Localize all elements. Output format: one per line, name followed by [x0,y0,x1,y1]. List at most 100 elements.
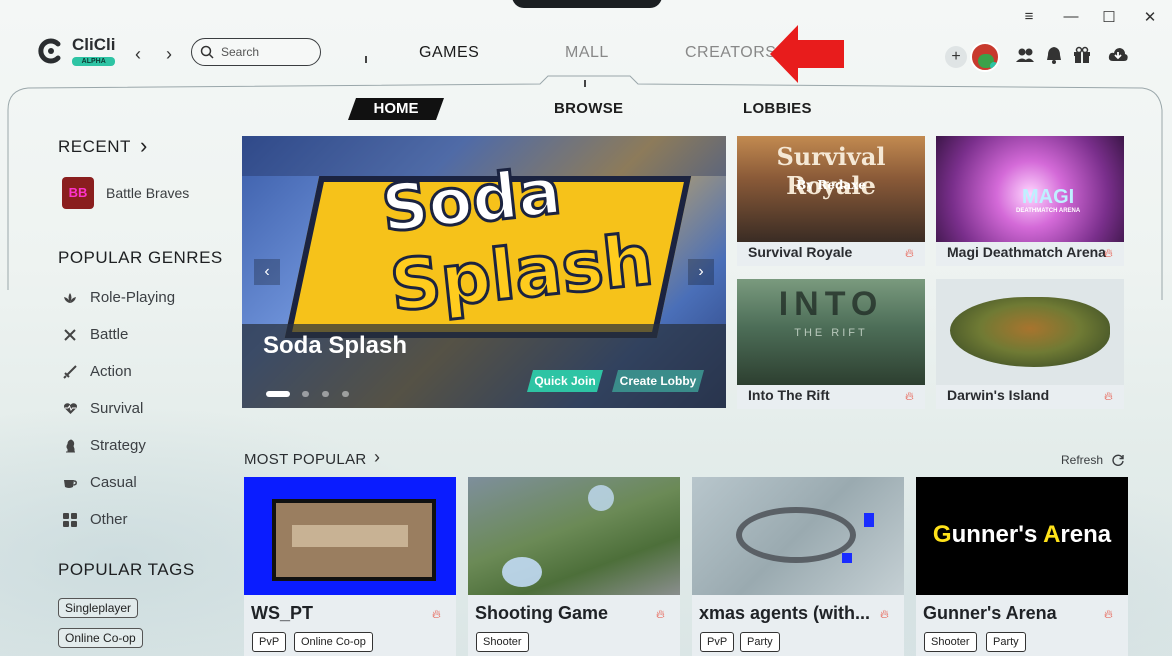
clicli-logo-icon [38,38,61,64]
art-title: MAGI [1022,186,1075,208]
art-subtitle: DEATHMATCH ARENA [1016,208,1081,214]
tag-pill[interactable]: PvP [700,632,735,652]
art-subtitle: THE RIFT [794,327,868,339]
forward-arrow-icon[interactable]: › [166,44,172,65]
hot-fire-icon: 🔥︎ [905,246,914,260]
game-title: xmas agents (with... [699,603,871,623]
create-lobby-button[interactable]: Create Lobby [612,370,704,392]
popular-genres-heading: POPULAR GENRES [58,248,223,267]
back-arrow-icon[interactable]: ‹ [135,44,141,65]
tab-games[interactable]: GAMES [419,44,479,62]
popular-tags-heading: POPULAR TAGS [58,560,195,579]
tag-pill[interactable]: Shooter [476,632,529,652]
friends-icon[interactable] [1014,44,1036,66]
active-tab-indicator [584,80,586,87]
refresh-icon[interactable] [1111,453,1125,467]
tag-pill[interactable]: Party [986,632,1026,652]
game-title: Gunner's Arena [923,603,1057,623]
carousel-dot-active[interactable] [266,391,290,397]
game-card-into-the-rift[interactable]: INTO THE RIFT Into The Rift 🔥︎ [737,279,925,409]
chess-icon [62,438,78,454]
subtab-lobbies[interactable]: LOBBIES [743,100,812,117]
menu-icon[interactable]: ≡ [1018,8,1040,25]
game-art [468,477,680,595]
bell-icon[interactable] [1043,44,1065,66]
genre-casual[interactable]: Casual [62,474,137,491]
game-card-ws-pt[interactable]: WS_PT 🔥︎ PvP Online Co-op [244,477,456,656]
game-title: WS_PT [251,603,314,623]
hero-title: Soda Splash [263,332,408,359]
genre-action[interactable]: Action [62,363,132,380]
tag-pill[interactable]: PvP [252,632,287,652]
game-art [692,477,904,595]
hot-fire-icon: 🔥︎ [656,607,665,621]
tab-mall[interactable]: MALL [565,44,609,62]
most-popular-chevron-icon[interactable]: › [374,447,380,468]
crossed-swords-icon [62,327,78,343]
art-subtitle: By Redaxe [796,178,866,192]
game-card-survival-royale[interactable]: Survival Royale By Redaxe Survival Royal… [737,136,925,266]
genre-survival[interactable]: Survival [62,400,143,417]
hot-fire-icon: 🔥︎ [880,607,889,621]
tag-singleplayer[interactable]: Singleplayer [58,598,139,618]
search-box[interactable] [191,38,321,66]
genre-label: Survival [90,400,144,417]
game-card-magi-deathmatch[interactable]: MAGI DEATHMATCH ARENA Magi Deathmatch Ar… [936,136,1124,266]
alpha-badge: ALPHA [72,56,116,66]
gift-icon[interactable] [1071,44,1093,66]
carousel-dot[interactable] [342,391,349,397]
cloud-download-icon[interactable] [1107,44,1129,66]
battle-braves-icon[interactable]: BB [62,177,94,209]
maximize-button[interactable]: ☐ [1098,8,1120,26]
genre-role-playing[interactable]: Role-Playing [62,289,175,306]
red-pointer-arrow [770,25,844,83]
hero-next-arrow-icon[interactable]: › [688,259,714,285]
genre-label: Casual [90,474,137,491]
avatar[interactable] [970,42,1000,72]
recent-item-battle-braves[interactable]: Battle Braves [106,185,189,201]
carousel-dot[interactable] [302,391,309,397]
genre-label: Role-Playing [90,289,176,306]
tag-pill[interactable]: Party [740,632,780,652]
hot-fire-icon: 🔥︎ [905,389,914,403]
close-button[interactable]: ✕ [1139,8,1161,26]
game-art [936,279,1124,385]
refresh-button[interactable]: Refresh [1061,453,1103,467]
tab-creators[interactable]: CREATORS [685,44,776,62]
genre-battle[interactable]: Battle [62,326,128,343]
hot-fire-icon: 🔥︎ [432,607,441,621]
genre-other[interactable]: Other [62,511,128,528]
minimize-button[interactable]: — [1060,8,1082,25]
game-art [244,477,456,595]
game-card-xmas-agents[interactable]: xmas agents (with... 🔥︎ PvP Party [692,477,904,656]
carousel-dot[interactable] [322,391,329,397]
recent-heading: RECENT [58,137,131,156]
tag-pill[interactable]: Online Co-op [294,632,373,652]
genre-label: Battle [90,326,129,343]
game-card-shooting-game[interactable]: Shooting Game 🔥︎ Shooter [468,477,680,656]
quick-join-button[interactable]: Quick Join [527,370,603,392]
game-art: INTO THE RIFT [737,279,925,385]
game-title: Magi Deathmatch Arena [947,244,1106,260]
cup-icon [62,475,78,491]
most-popular-heading: MOST POPULAR [244,451,367,468]
game-title: Shooting Game [475,603,609,623]
hero-carousel[interactable]: Soda Splash ‹ › Soda Splash Quick Join C… [242,136,726,408]
hero-prev-arrow-icon[interactable]: ‹ [254,259,280,285]
heartbeat-icon [62,401,78,417]
tag-online-coop[interactable]: Online Co-op [58,628,143,648]
subtab-browse[interactable]: BROWSE [554,100,623,117]
app-logo[interactable]: CliCli ALPHA [36,36,116,66]
search-icon [200,45,214,59]
add-icon[interactable]: + [945,46,967,68]
genre-strategy[interactable]: Strategy [62,437,146,454]
game-card-darwins-island[interactable]: Darwin's Island 🔥︎ [936,279,1124,409]
search-input[interactable] [219,44,313,60]
recent-chevron-icon[interactable]: › [140,133,147,159]
subtab-home[interactable]: HOME [348,98,444,120]
game-card-gunners-arena[interactable]: Gunner's Arena Gunner's Arena 🔥︎ Shooter… [916,477,1128,656]
game-art: Survival Royale By Redaxe [737,136,925,242]
camera-notch [512,0,662,8]
grid-icon [62,512,78,528]
tag-pill[interactable]: Shooter [924,632,977,652]
